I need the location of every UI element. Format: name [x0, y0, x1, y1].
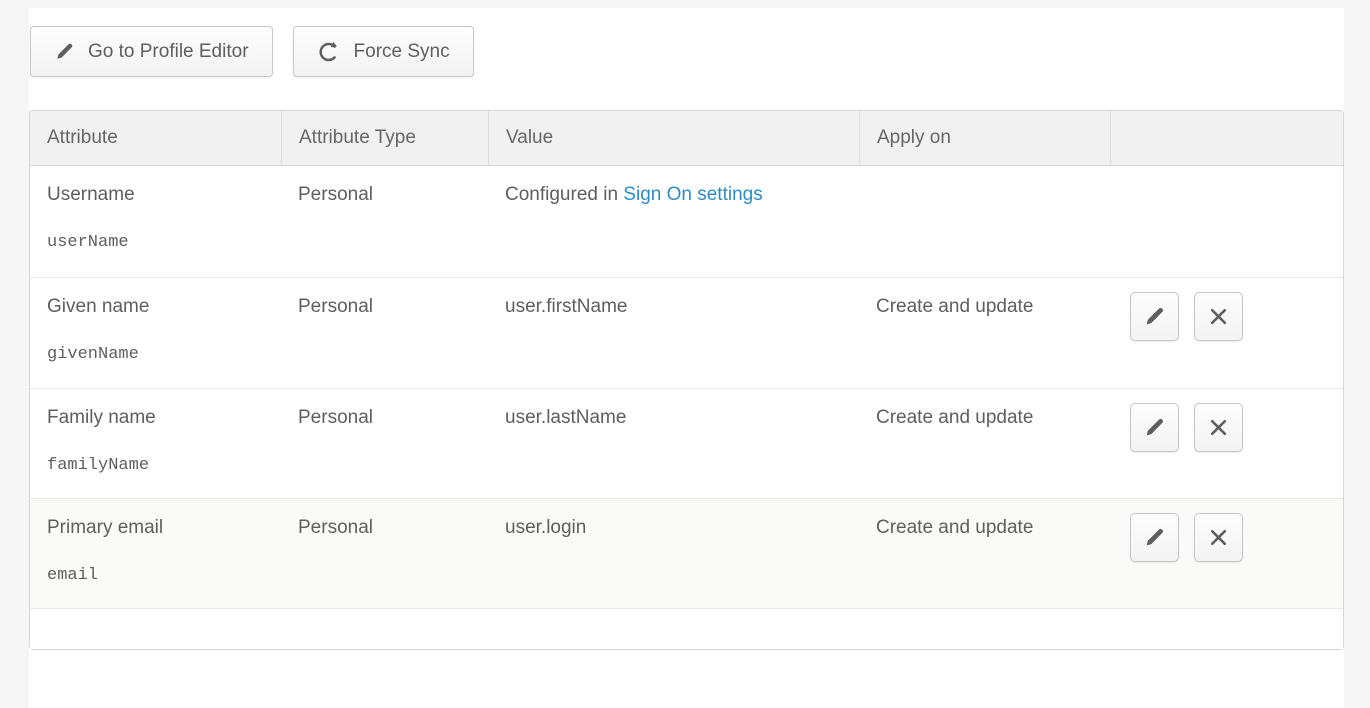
attribute-cell: Family name familyName	[30, 389, 281, 498]
apply-on-cell	[859, 166, 1110, 277]
table-row: Username userName Personal Configured in…	[30, 166, 1343, 278]
table-row: Family name familyName Personal user.las…	[30, 389, 1343, 499]
table-header-row: Attribute Attribute Type Value Apply on	[30, 111, 1343, 166]
header-apply-on: Apply on	[859, 111, 1110, 165]
table-row: Primary email email Personal user.login …	[30, 499, 1343, 609]
attribute-variable-name: familyName	[47, 455, 271, 477]
attribute-cell: Primary email email	[30, 499, 281, 608]
attribute-type-cell: Personal	[281, 499, 488, 608]
apply-on-cell: Create and update	[859, 278, 1110, 388]
close-icon	[1208, 527, 1229, 548]
attribute-variable-name: givenName	[47, 344, 271, 366]
attribute-cell: Given name givenName	[30, 278, 281, 388]
go-to-profile-editor-label: Go to Profile Editor	[88, 41, 249, 63]
edit-attribute-button[interactable]	[1130, 513, 1179, 562]
attribute-cell: Username userName	[30, 166, 281, 277]
header-actions	[1110, 111, 1343, 165]
attribute-mapping-table: Attribute Attribute Type Value Apply on …	[29, 110, 1344, 650]
remove-attribute-button[interactable]	[1194, 403, 1243, 452]
force-sync-button[interactable]: Force Sync	[293, 26, 474, 77]
attribute-variable-name: email	[47, 565, 271, 587]
actions-cell	[1110, 278, 1343, 388]
apply-on-cell: Create and update	[859, 389, 1110, 498]
attribute-label: Family name	[47, 407, 271, 429]
value-cell: user.firstName	[488, 278, 859, 388]
edit-attribute-button[interactable]	[1130, 403, 1179, 452]
sign-on-settings-link[interactable]: Sign On settings	[623, 184, 762, 205]
value-cell: user.login	[488, 499, 859, 608]
pencil-icon	[1143, 305, 1166, 328]
edit-attribute-button[interactable]	[1130, 292, 1179, 341]
pencil-icon	[54, 41, 75, 62]
close-icon	[1208, 306, 1229, 327]
attribute-type-cell: Personal	[281, 166, 488, 277]
attribute-type-cell: Personal	[281, 389, 488, 498]
attribute-type-cell: Personal	[281, 278, 488, 388]
value-text: Configured in	[505, 184, 623, 205]
table-row: Given name givenName Personal user.first…	[30, 278, 1343, 389]
actions-cell	[1110, 389, 1343, 498]
toolbar: Go to Profile Editor Force Sync	[30, 26, 474, 77]
apply-on-cell: Create and update	[859, 499, 1110, 608]
actions-cell	[1110, 499, 1343, 608]
attribute-label: Given name	[47, 296, 271, 318]
remove-attribute-button[interactable]	[1194, 513, 1243, 562]
attribute-label: Primary email	[47, 517, 271, 539]
header-value: Value	[488, 111, 859, 165]
actions-cell-empty	[1110, 166, 1343, 277]
pencil-icon	[1143, 526, 1166, 549]
remove-attribute-button[interactable]	[1194, 292, 1243, 341]
close-icon	[1208, 417, 1229, 438]
content-panel: Go to Profile Editor Force Sync Attribut…	[29, 8, 1344, 708]
refresh-icon	[317, 40, 341, 64]
force-sync-label: Force Sync	[354, 41, 450, 63]
value-cell: user.lastName	[488, 389, 859, 498]
attribute-label: Username	[47, 184, 271, 206]
go-to-profile-editor-button[interactable]: Go to Profile Editor	[30, 26, 273, 77]
pencil-icon	[1143, 416, 1166, 439]
value-cell: Configured in Sign On settings	[488, 166, 859, 277]
header-attribute: Attribute	[30, 111, 281, 165]
header-attribute-type: Attribute Type	[281, 111, 488, 165]
table-row-partial	[30, 609, 1343, 649]
attribute-variable-name: userName	[47, 232, 271, 254]
